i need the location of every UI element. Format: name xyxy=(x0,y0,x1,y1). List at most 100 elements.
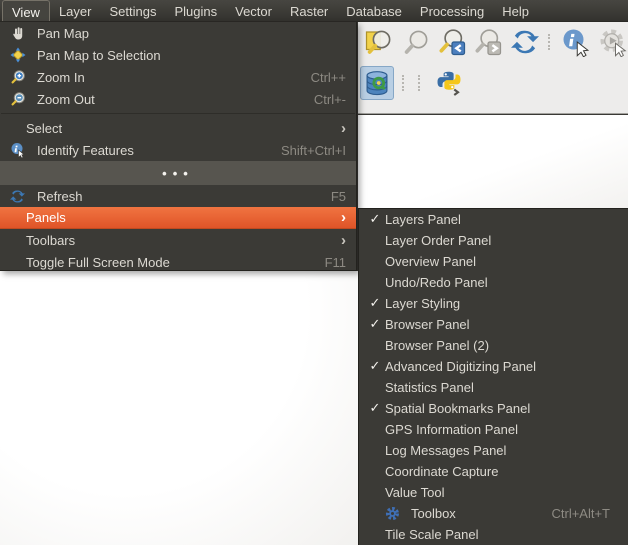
menu-item-shortcut: F11 xyxy=(325,255,346,270)
menu-item-zoom-out[interactable]: Zoom Out Ctrl+- xyxy=(0,88,356,110)
menubar-item-settings[interactable]: Settings xyxy=(100,0,165,21)
menubar-item-help[interactable]: Help xyxy=(493,0,538,21)
submenu-item-overview-panel[interactable]: Overview Panel xyxy=(359,251,628,272)
toolbar xyxy=(358,22,628,114)
submenu-arrow-icon: › xyxy=(341,233,346,248)
pan-hand-icon xyxy=(9,25,26,42)
submenu-item-label: GPS Information Panel xyxy=(385,422,610,437)
checkmark-icon: ✓ xyxy=(365,212,385,227)
refresh-icon xyxy=(9,188,26,205)
menubar-item-layer[interactable]: Layer xyxy=(50,0,101,21)
more-items-indicator[interactable]: ••• xyxy=(0,161,356,185)
menu-item-pan-map[interactable]: Pan Map xyxy=(0,22,356,44)
checkmark-icon: ✓ xyxy=(365,296,385,311)
menu-item-toolbars[interactable]: Toolbars › xyxy=(0,229,356,251)
submenu-item-label: Undo/Redo Panel xyxy=(385,275,610,290)
submenu-item-log-messages-panel[interactable]: Log Messages Panel xyxy=(359,440,628,461)
zoom-in-icon xyxy=(9,69,26,86)
submenu-item-value-tool[interactable]: Value Tool xyxy=(359,482,628,503)
zoom-out-icon xyxy=(9,91,26,108)
submenu-item-browser-panel[interactable]: ✓ Browser Panel xyxy=(359,314,628,335)
menu-item-shortcut: F5 xyxy=(331,189,346,204)
submenu-item-label: Overview Panel xyxy=(385,254,610,269)
menu-item-label: Zoom Out xyxy=(37,92,302,107)
submenu-item-browser-panel-2[interactable]: Browser Panel (2) xyxy=(359,335,628,356)
submenu-item-label: Advanced Digitizing Panel xyxy=(385,359,610,374)
menu-item-panels[interactable]: Panels › xyxy=(0,207,356,229)
menubar-item-raster[interactable]: Raster xyxy=(281,0,337,21)
submenu-arrow-icon: › xyxy=(341,210,346,225)
menubar: View Layer Settings Plugins Vector Raste… xyxy=(0,0,628,22)
refresh-icon[interactable] xyxy=(509,25,539,59)
toolbar-separator[interactable] xyxy=(402,75,408,91)
submenu-item-advanced-digitizing-panel[interactable]: ✓ Advanced Digitizing Panel xyxy=(359,356,628,377)
menu-item-label: Pan Map xyxy=(37,26,346,41)
submenu-item-layers-panel[interactable]: ✓ Layers Panel xyxy=(359,209,628,230)
submenu-item-undo-redo-panel[interactable]: Undo/Redo Panel xyxy=(359,272,628,293)
menubar-item-plugins[interactable]: Plugins xyxy=(165,0,226,21)
submenu-item-label: Layer Order Panel xyxy=(385,233,610,248)
menu-item-shortcut: Shift+Ctrl+I xyxy=(281,143,346,158)
menu-item-toggle-full-screen[interactable]: Toggle Full Screen Mode F11 xyxy=(0,251,356,271)
pan-to-selection-icon xyxy=(9,47,26,64)
view-menu-dropdown: Pan Map Pan Map to Selection Zoom In Ctr… xyxy=(0,22,357,271)
menubar-item-vector[interactable]: Vector xyxy=(226,0,281,21)
submenu-item-label: Layers Panel xyxy=(385,212,610,227)
submenu-item-shortcut: Ctrl+Alt+T xyxy=(551,506,610,521)
qgis-window: View Layer Settings Plugins Vector Raste… xyxy=(0,0,628,545)
menu-item-label: Refresh xyxy=(37,189,319,204)
submenu-item-layer-order-panel[interactable]: Layer Order Panel xyxy=(359,230,628,251)
submenu-item-layer-styling[interactable]: ✓ Layer Styling xyxy=(359,293,628,314)
identify-features-icon[interactable] xyxy=(561,25,591,59)
menu-item-label: Panels xyxy=(26,210,329,225)
submenu-item-label: Browser Panel xyxy=(385,317,610,332)
submenu-item-label: Coordinate Capture xyxy=(385,464,610,479)
submenu-item-label: Spatial Bookmarks Panel xyxy=(385,401,610,416)
checkmark-icon: ✓ xyxy=(365,359,385,374)
toolbar-separator[interactable] xyxy=(418,75,424,91)
submenu-arrow-icon: › xyxy=(341,121,346,136)
menu-item-refresh[interactable]: Refresh F5 xyxy=(0,185,356,207)
submenu-item-label: Toolbox xyxy=(411,506,551,521)
toolbar-separator[interactable] xyxy=(548,34,554,50)
panels-submenu: ✓ Layers Panel Layer Order Panel Overvie… xyxy=(358,208,628,545)
submenu-item-coordinate-capture[interactable]: Coordinate Capture xyxy=(359,461,628,482)
zoom-next-icon[interactable] xyxy=(473,25,503,59)
menu-item-select[interactable]: Select › xyxy=(0,117,356,139)
checkmark-icon: ✓ xyxy=(365,317,385,332)
submenu-item-spatial-bookmarks-panel[interactable]: ✓ Spatial Bookmarks Panel xyxy=(359,398,628,419)
menu-item-pan-map-to-selection[interactable]: Pan Map to Selection xyxy=(0,44,356,66)
menu-item-zoom-in[interactable]: Zoom In Ctrl++ xyxy=(0,66,356,88)
zoom-full-icon[interactable] xyxy=(364,25,394,59)
toolbar-row-plugins xyxy=(358,62,628,104)
menu-item-label: Select xyxy=(26,121,329,136)
identify-features-icon xyxy=(9,142,26,159)
toolbox-gear-icon xyxy=(385,506,400,521)
map-canvas-left xyxy=(0,271,358,545)
menubar-item-database[interactable]: Database xyxy=(337,0,411,21)
run-feature-action-icon[interactable] xyxy=(598,25,628,59)
submenu-item-label: Statistics Panel xyxy=(385,380,610,395)
db-manager-icon[interactable] xyxy=(360,66,394,100)
menu-separator xyxy=(0,110,356,117)
submenu-item-label: Browser Panel (2) xyxy=(385,338,610,353)
submenu-item-toolbox[interactable]: Toolbox Ctrl+Alt+T xyxy=(359,503,628,524)
submenu-item-gps-information-panel[interactable]: GPS Information Panel xyxy=(359,419,628,440)
checkmark-icon: ✓ xyxy=(365,401,385,416)
submenu-item-label: Value Tool xyxy=(385,485,610,500)
submenu-item-label: Tile Scale Panel xyxy=(385,527,610,542)
python-console-icon[interactable] xyxy=(432,66,466,100)
submenu-item-label: Log Messages Panel xyxy=(385,443,610,458)
menu-item-shortcut: Ctrl++ xyxy=(311,70,346,85)
submenu-item-statistics-panel[interactable]: Statistics Panel xyxy=(359,377,628,398)
zoom-last-icon[interactable] xyxy=(437,25,467,59)
menu-item-identify-features[interactable]: Identify Features Shift+Ctrl+I xyxy=(0,139,356,161)
zoom-to-selection-icon[interactable] xyxy=(400,25,430,59)
submenu-item-tile-scale-panel[interactable]: Tile Scale Panel xyxy=(359,524,628,545)
menu-item-label: Toggle Full Screen Mode xyxy=(26,255,313,270)
menu-item-shortcut: Ctrl+- xyxy=(314,92,346,107)
menu-item-label: Pan Map to Selection xyxy=(37,48,346,63)
menubar-item-processing[interactable]: Processing xyxy=(411,0,493,21)
menubar-item-view[interactable]: View xyxy=(2,0,50,21)
submenu-item-label: Layer Styling xyxy=(385,296,610,311)
